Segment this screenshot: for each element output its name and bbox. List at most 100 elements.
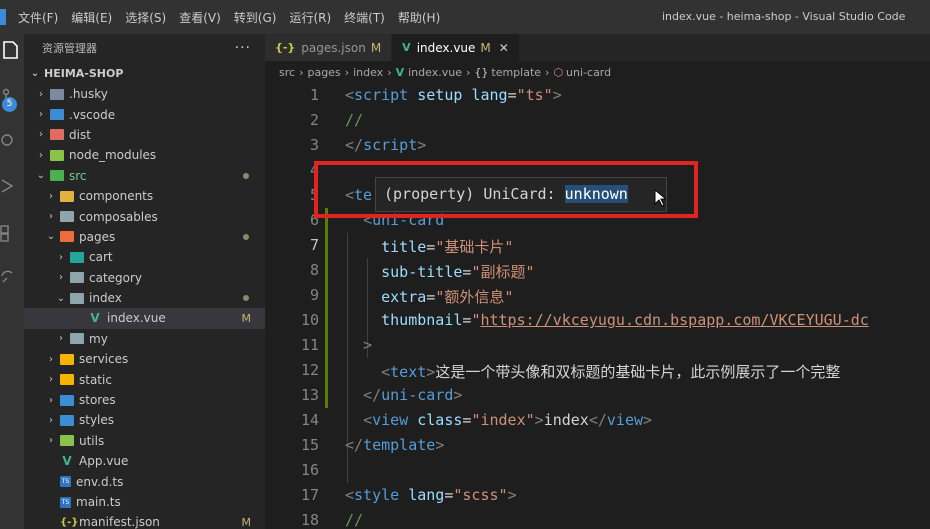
tree-item[interactable]: ⌄ src <box>24 166 265 186</box>
vue-file-icon: V <box>402 41 411 54</box>
scm-badge: 5 <box>2 97 17 112</box>
modified-dot <box>243 233 249 240</box>
typescript-file-icon: TS <box>60 476 71 488</box>
tree-item-label: main.ts <box>76 495 121 509</box>
code-line: 8 sub-title="副标题" <box>265 258 930 283</box>
tree-item[interactable]: › stores <box>24 390 265 410</box>
line-number: 18 <box>300 511 319 529</box>
menu-item[interactable]: 文件(F) <box>18 9 58 26</box>
tree-item[interactable]: V App.vue <box>24 451 265 471</box>
chevron-right-icon: › <box>49 435 53 447</box>
folder-icon <box>60 435 74 447</box>
code-line: 15 </template> <box>265 433 930 458</box>
tree-item[interactable]: › my <box>24 329 265 349</box>
code-line: 16 <box>265 458 930 483</box>
tree-item[interactable]: › components <box>24 186 265 206</box>
line-number: 14 <box>300 411 319 429</box>
line-number: 4 <box>309 161 319 179</box>
code-text: title="基础卡片" <box>381 238 514 256</box>
menu-item[interactable]: 选择(S) <box>125 9 166 26</box>
menu-item[interactable]: 编辑(E) <box>71 9 112 26</box>
menu-item[interactable]: 转到(G) <box>234 9 277 26</box>
code-editor[interactable]: 1 <script setup lang="ts"> 2 // 3 </script> 4 5… <box>265 83 930 529</box>
code-text: // <box>345 511 364 529</box>
code-text: extra="额外信息" <box>381 288 514 306</box>
tree-item-label: components <box>79 189 154 204</box>
tree-item[interactable]: › dist <box>24 125 265 145</box>
breadcrumb-node[interactable]: template <box>491 66 541 79</box>
menu-item[interactable]: 运行(R) <box>289 9 331 26</box>
code-text: <script setup lang="ts"> <box>345 86 562 104</box>
tree-item[interactable]: › styles <box>24 410 265 430</box>
folder-icon <box>60 353 74 365</box>
breadcrumb: src › pages › index › Vindex.vue › {} templat… <box>279 65 612 79</box>
tree-item[interactable]: {-} manifest.json M <box>24 512 265 529</box>
line-number: 17 <box>300 486 319 504</box>
code-line: 1 <script setup lang="ts"> <box>265 83 930 108</box>
folder-icon <box>50 129 64 141</box>
tree-item-label: static <box>79 372 112 387</box>
tree-item[interactable]: TS main.ts <box>24 492 265 512</box>
json-file-icon: {-} <box>275 41 296 54</box>
tree-item-label: manifest.json <box>79 515 160 529</box>
chevron-down-icon: ⌄ <box>36 170 46 182</box>
tree-item[interactable]: › category <box>24 268 265 288</box>
remote-icon[interactable] <box>0 266 24 290</box>
chevron-down-icon: ⌄ <box>46 231 56 243</box>
editor-tab[interactable]: Vindex.vue M ✕ <box>392 34 520 61</box>
line-number: 13 <box>300 386 319 404</box>
tree-item[interactable]: › composables <box>24 206 265 226</box>
tree-item[interactable]: › cart <box>24 247 265 267</box>
title-bar: 文件(F) 编辑(E) 选择(S) 查看(V) 转到(G) 运行(R) 终端(T) 帮助(H)… <box>0 0 930 34</box>
line-number: 7 <box>309 236 319 254</box>
tree-item[interactable]: TS env.d.ts <box>24 471 265 491</box>
run-icon[interactable] <box>0 174 24 198</box>
tree-item-label: App.vue <box>79 454 129 469</box>
tree-item-label: .husky <box>69 87 108 102</box>
folder-icon <box>60 414 74 426</box>
code-text: thumbnail="https://vkceyugu.cdn.bspapp.c… <box>381 311 869 329</box>
line-number: 12 <box>300 361 319 379</box>
chevron-right-icon: › <box>39 88 43 100</box>
code-line: 14 <view class="index">index</view> <box>265 408 930 433</box>
workspace-root[interactable]: ⌄ HEIMA-SHOP <box>24 62 265 84</box>
tree-item-label: composables <box>79 209 158 224</box>
chevron-right-icon: › <box>49 374 53 386</box>
menu-item[interactable]: 查看(V) <box>179 9 221 26</box>
tree-item[interactable]: › utils <box>24 431 265 451</box>
menu-item[interactable]: 帮助(H) <box>398 9 440 26</box>
explorer-icon[interactable] <box>0 38 24 62</box>
editor-tab[interactable]: {-} pages.json M <box>265 34 393 61</box>
vscode-logo-icon <box>0 9 6 25</box>
breadcrumb-item[interactable]: src <box>279 66 295 79</box>
code-line: 9 extra="额外信息" <box>265 283 930 308</box>
breadcrumb-item[interactable]: index <box>353 66 383 79</box>
tree-item[interactable]: › static <box>24 369 265 389</box>
folder-icon <box>70 292 84 304</box>
breadcrumb-node[interactable]: uni-card <box>566 66 611 79</box>
workspace-root-label: HEIMA-SHOP <box>44 66 124 80</box>
editor-area: {-} pages.json M Vindex.vue M ✕ src › pages › i… <box>265 34 930 529</box>
extensions-icon[interactable] <box>0 220 24 244</box>
tree-item[interactable]: Vindex.vue M <box>24 308 265 329</box>
breadcrumb-file[interactable]: index.vue <box>408 66 462 79</box>
tree-item-label: utils <box>79 433 105 448</box>
folder-icon <box>60 374 74 386</box>
close-icon[interactable]: ✕ <box>499 41 509 55</box>
tree-item[interactable]: › node_modules <box>24 145 265 165</box>
line-number: 3 <box>309 136 319 154</box>
menu-item[interactable]: 终端(T) <box>344 9 385 26</box>
tree-item[interactable]: ⌄ index <box>24 288 265 308</box>
tree-item[interactable]: › .vscode <box>24 104 265 124</box>
vue-file-icon: V <box>90 311 100 326</box>
breadcrumb-item[interactable]: pages <box>307 66 340 79</box>
chevron-right-icon: › <box>59 272 63 284</box>
debug-icon[interactable] <box>0 128 24 152</box>
tree-item[interactable]: › services <box>24 349 265 369</box>
tree-item[interactable]: › .husky <box>24 84 265 104</box>
tree-item[interactable]: ⌄ pages <box>24 227 265 247</box>
chevron-right-icon: › <box>49 211 53 223</box>
code-text: // <box>345 111 364 129</box>
more-actions-icon[interactable]: ··· <box>235 40 251 56</box>
modified-dot <box>243 172 249 179</box>
